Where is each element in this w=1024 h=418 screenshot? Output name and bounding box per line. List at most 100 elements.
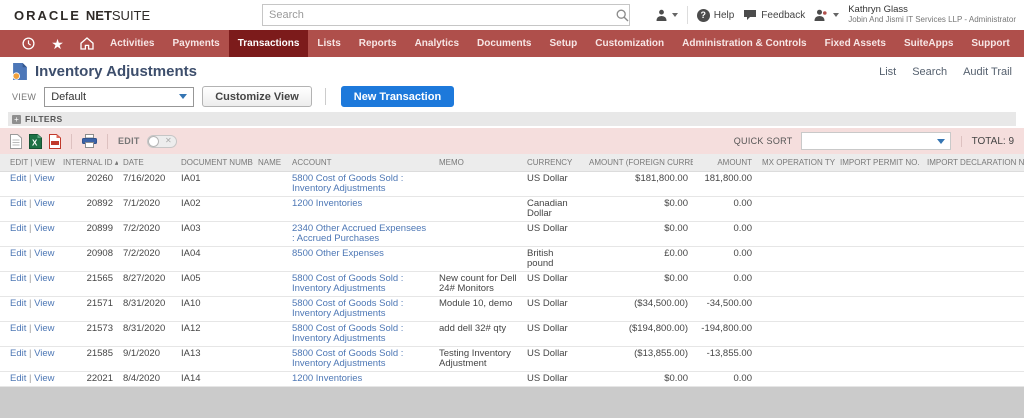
- nav-item-payments[interactable]: Payments: [163, 30, 228, 57]
- account-link[interactable]: 8500 Other Expenses: [292, 248, 384, 259]
- search-icon[interactable]: [616, 9, 629, 22]
- nav-item-transactions[interactable]: Transactions: [229, 30, 309, 57]
- expand-filters-icon[interactable]: +: [12, 115, 21, 124]
- nav-item-administration-controls[interactable]: Administration & Controls: [673, 30, 815, 57]
- view-link[interactable]: View: [34, 373, 54, 384]
- account-link[interactable]: 2340 Other Accrued Expensees : Accrued P…: [292, 223, 426, 244]
- account-link[interactable]: 5800 Cost of Goods Sold : Inventory Adju…: [292, 298, 403, 319]
- column-header-mx-operation-type[interactable]: MX OPERATION TYPE: [757, 154, 835, 172]
- cell-name: [253, 272, 287, 297]
- page-background: [0, 387, 1024, 418]
- recent-records-button[interactable]: [14, 30, 43, 57]
- view-link[interactable]: View: [34, 348, 54, 359]
- column-header-currency[interactable]: CURRENCY: [522, 154, 584, 172]
- column-header-amount[interactable]: AMOUNT: [693, 154, 757, 172]
- header-divider: [687, 6, 688, 24]
- nav-item-reports[interactable]: Reports: [350, 30, 406, 57]
- search-input[interactable]: [263, 9, 616, 21]
- user-role: Jobin And Jismi IT Services LLP - Admini…: [848, 15, 1016, 25]
- new-transaction-button[interactable]: New Transaction: [341, 86, 454, 107]
- account-link[interactable]: 5800 Cost of Goods Sold : Inventory Adju…: [292, 273, 403, 294]
- column-header-import-permit-no[interactable]: IMPORT PERMIT NO.: [835, 154, 922, 172]
- cell-import-permit-no: [835, 197, 922, 222]
- export-csv-button[interactable]: [10, 134, 22, 149]
- column-header-import-declaration-no[interactable]: IMPORT DECLARATION NO.: [922, 154, 1024, 172]
- edit-link[interactable]: Edit: [10, 198, 26, 209]
- edit-link[interactable]: Edit: [10, 373, 26, 384]
- help-button[interactable]: ? Help: [697, 9, 735, 22]
- edit-link[interactable]: Edit: [10, 248, 26, 259]
- view-link[interactable]: View: [34, 273, 54, 284]
- account-link[interactable]: 1200 Inventories: [292, 373, 362, 384]
- export-excel-icon: X: [29, 134, 42, 149]
- home-icon: [80, 37, 94, 50]
- column-header-memo[interactable]: MEMO: [434, 154, 522, 172]
- column-header-document-number[interactable]: DOCUMENT NUMBER: [176, 154, 253, 172]
- column-header-internal-id[interactable]: INTERNAL ID ▴: [58, 154, 118, 172]
- account-link[interactable]: 5800 Cost of Goods Sold : Inventory Adju…: [292, 348, 403, 369]
- view-link[interactable]: View: [34, 323, 54, 334]
- nav-item-documents[interactable]: Documents: [468, 30, 540, 57]
- cell-import-declaration-no: [922, 297, 1024, 322]
- link-search[interactable]: Search: [912, 66, 947, 78]
- filters-bar[interactable]: + FILTERS: [8, 112, 1016, 126]
- link-list[interactable]: List: [879, 66, 896, 78]
- help-label: Help: [714, 10, 735, 21]
- customize-view-button[interactable]: Customize View: [202, 86, 312, 107]
- user-info[interactable]: Kathryn Glass Jobin And Jismi IT Service…: [848, 5, 1016, 25]
- toggle-knob: [148, 136, 159, 147]
- nav-item-support[interactable]: Support: [962, 30, 1018, 57]
- cell-amount-foreign: £0.00: [584, 247, 693, 272]
- edit-link[interactable]: Edit: [10, 323, 26, 334]
- nav-item-suiteapps[interactable]: SuiteApps: [895, 30, 962, 57]
- column-header-amount-foreign-currency[interactable]: AMOUNT (FOREIGN CURRENCY): [584, 154, 693, 172]
- cell-amount: 0.00: [693, 222, 757, 247]
- cell-date: 8/31/2020: [118, 322, 176, 347]
- star-icon: ★: [51, 37, 64, 51]
- cell-import-declaration-no: [922, 197, 1024, 222]
- column-header-account[interactable]: ACCOUNT: [287, 154, 434, 172]
- edit-link[interactable]: Edit: [10, 273, 26, 284]
- oracle-netsuite-logo[interactable]: ORACLENETSUITE: [14, 8, 150, 23]
- home-button[interactable]: [72, 30, 101, 57]
- print-button[interactable]: [82, 134, 97, 148]
- nav-item-analytics[interactable]: Analytics: [406, 30, 468, 57]
- nav-item-setup[interactable]: Setup: [540, 30, 586, 57]
- shortcuts-button[interactable]: ★: [43, 30, 72, 57]
- export-excel-button[interactable]: X: [29, 134, 42, 149]
- link-audit-trail[interactable]: Audit Trail: [963, 66, 1012, 78]
- export-pdf-button[interactable]: [49, 134, 61, 149]
- cell-currency: US Dollar: [522, 322, 584, 347]
- edit-link[interactable]: Edit: [10, 298, 26, 309]
- view-link[interactable]: View: [34, 223, 54, 234]
- edit-link[interactable]: Edit: [10, 348, 26, 359]
- quick-sort-select[interactable]: [801, 132, 951, 150]
- user-menu[interactable]: [814, 9, 839, 22]
- view-select[interactable]: Default: [44, 87, 194, 107]
- cell-internal-id: 21573: [58, 322, 118, 347]
- quick-menu[interactable]: [655, 9, 678, 22]
- column-header-name[interactable]: NAME: [253, 154, 287, 172]
- cell-memo: [434, 372, 522, 387]
- feedback-button[interactable]: Feedback: [743, 9, 805, 21]
- view-link[interactable]: View: [34, 298, 54, 309]
- account-link[interactable]: 5800 Cost of Goods Sold : Inventory Adju…: [292, 173, 403, 194]
- edit-link[interactable]: Edit: [10, 173, 26, 184]
- account-link[interactable]: 5800 Cost of Goods Sold : Inventory Adju…: [292, 323, 403, 344]
- edit-toggle[interactable]: ✕: [147, 135, 177, 148]
- view-link[interactable]: View: [34, 173, 54, 184]
- column-header-edit-view[interactable]: EDIT | VIEW: [0, 154, 58, 172]
- cell-memo: [434, 197, 522, 222]
- edit-link[interactable]: Edit: [10, 223, 26, 234]
- nav-items: ActivitiesPaymentsTransactionsListsRepor…: [101, 30, 1019, 57]
- nav-item-lists[interactable]: Lists: [308, 30, 349, 57]
- nav-item-fixed-assets[interactable]: Fixed Assets: [816, 30, 895, 57]
- column-header-date[interactable]: DATE: [118, 154, 176, 172]
- nav-item-customization[interactable]: Customization: [586, 30, 673, 57]
- view-link[interactable]: View: [34, 248, 54, 259]
- cell-name: [253, 297, 287, 322]
- account-link[interactable]: 1200 Inventories: [292, 198, 362, 209]
- cell-amount: 0.00: [693, 247, 757, 272]
- view-link[interactable]: View: [34, 198, 54, 209]
- nav-item-activities[interactable]: Activities: [101, 30, 163, 57]
